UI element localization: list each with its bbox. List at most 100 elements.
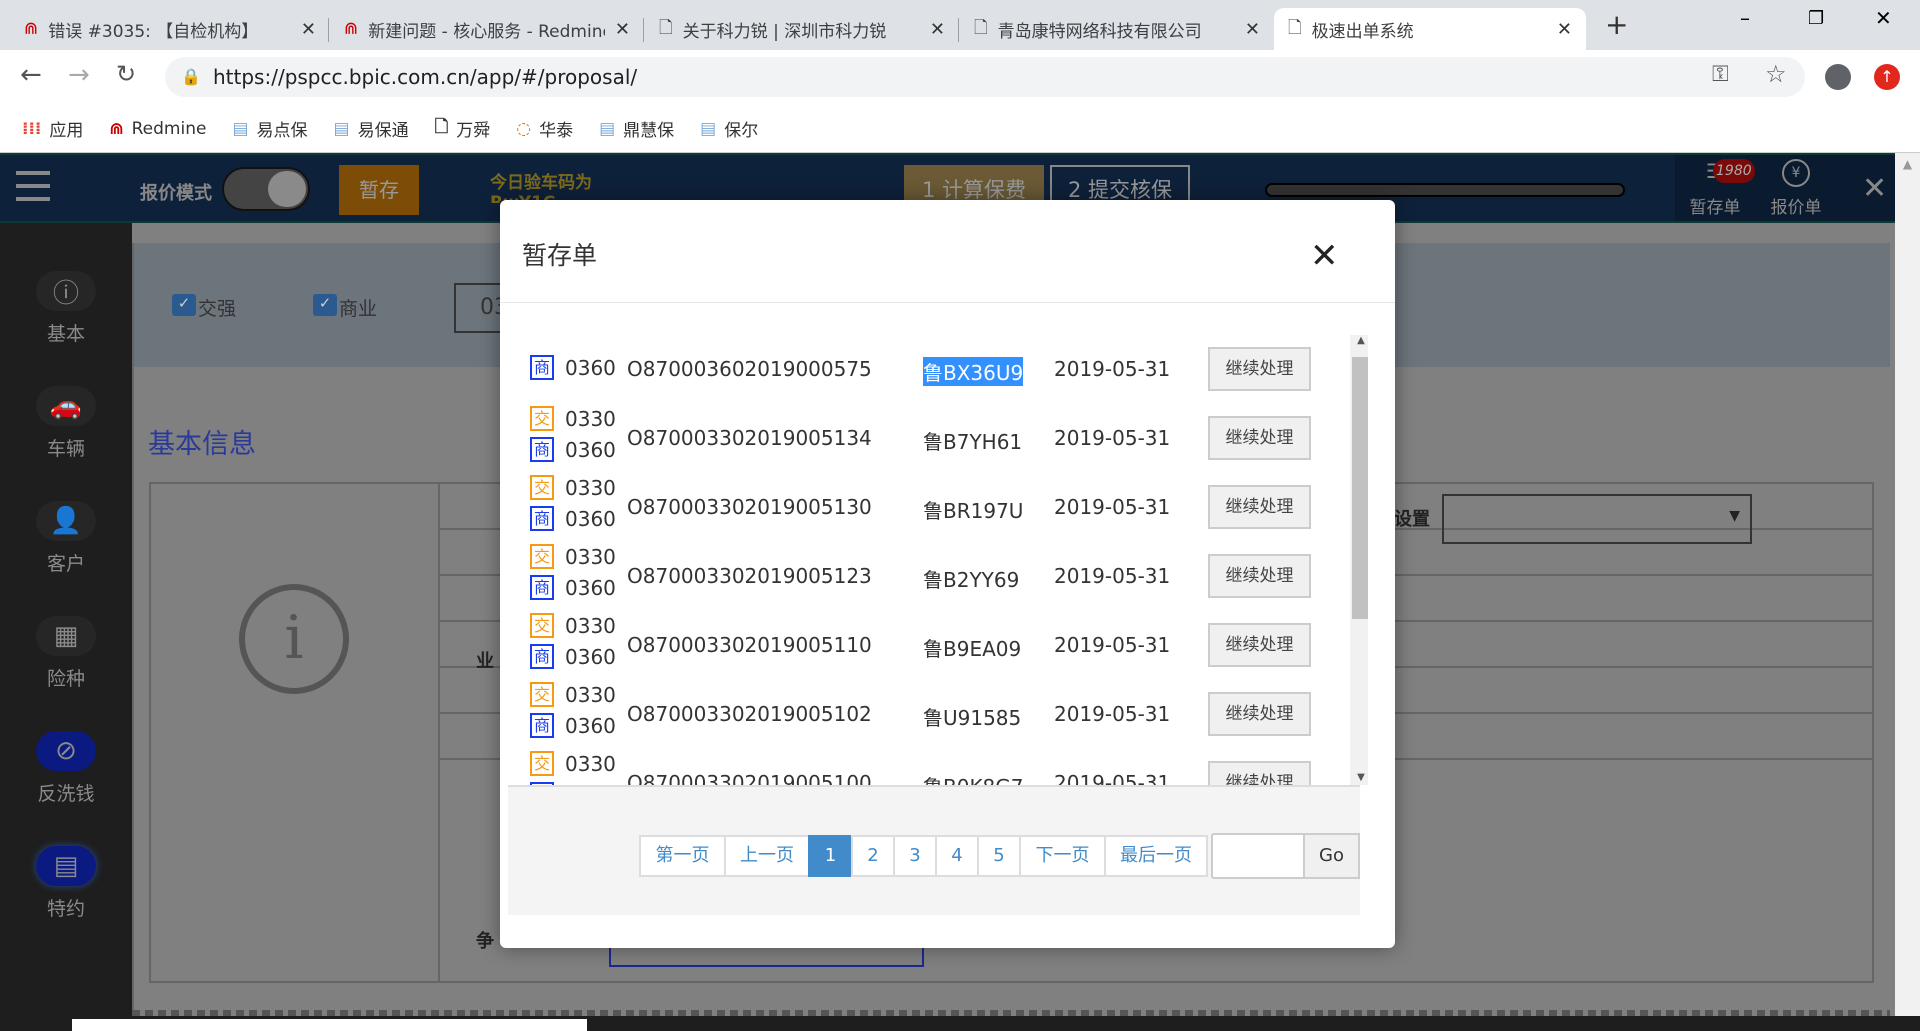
- scroll-down-icon[interactable]: ▼: [1350, 772, 1368, 783]
- draft-row: 交 0330 商 0360 O870003302019005102 鲁U91585 2019…: [508, 680, 1338, 749]
- page-scrollbar[interactable]: ▲: [1895, 153, 1920, 1016]
- next-page-button[interactable]: 下一页: [1019, 835, 1106, 877]
- checkbox-commercial[interactable]: ✓ 商业: [313, 294, 377, 321]
- continue-button[interactable]: 继续处理: [1208, 416, 1311, 460]
- bookmark-redmine[interactable]: ⋒ Redmine: [109, 119, 206, 139]
- page-icon: ▤: [232, 118, 249, 139]
- last-page-button[interactable]: 最后一页: [1104, 835, 1208, 877]
- page-1-button[interactable]: 1: [808, 835, 853, 877]
- url-input[interactable]: 🔒 https://pspcc.bpic.com.cn/app/#/proposa…: [165, 57, 1805, 97]
- continue-button[interactable]: 继续处理: [1208, 623, 1311, 667]
- close-app-icon[interactable]: ✕: [1862, 171, 1887, 206]
- no-money-icon: ⊘: [36, 731, 96, 771]
- bookmark-item[interactable]: ▤ 易点保: [232, 116, 307, 142]
- address-bar-row: ← → ↻ 🔒 https://pspcc.bpic.com.cn/app/#/p…: [0, 50, 1920, 105]
- commercial-badge: 商: [530, 506, 554, 531]
- product-code: 0360: [565, 714, 616, 738]
- page-3-button[interactable]: 3: [893, 835, 937, 877]
- business-label: 业: [476, 651, 494, 672]
- check-code-notice: 今日验车码为: [490, 173, 592, 193]
- browser-tab[interactable]: 🗋 关于科力锐 | 深圳市科力锐 ✕: [645, 8, 959, 50]
- sidebar-item-coverage[interactable]: ▦ 险种: [0, 616, 132, 691]
- drafts-count-badge: 1980: [1713, 159, 1755, 183]
- info-icon: i: [239, 584, 349, 694]
- close-tab-icon[interactable]: ✕: [930, 19, 945, 40]
- close-icon[interactable]: ✕: [1310, 236, 1339, 276]
- commercial-badge: 商: [530, 437, 554, 462]
- scroll-up-icon[interactable]: ▲: [1350, 335, 1368, 346]
- close-window-button[interactable]: ✕: [1875, 6, 1892, 30]
- continue-button[interactable]: 继续处理: [1208, 761, 1311, 785]
- browser-tab[interactable]: ⋒ 新建问题 - 核心服务 - Redmine ✕: [330, 8, 644, 50]
- product-code: 0330: [565, 752, 616, 776]
- close-tab-icon[interactable]: ✕: [1245, 19, 1260, 40]
- drafts-button[interactable]: ☰1980 暂存单: [1685, 159, 1755, 218]
- minimize-button[interactable]: –: [1740, 6, 1750, 30]
- browser-tab[interactable]: 🗋 青岛康特网络科技有限公司 ✕: [960, 8, 1274, 50]
- continue-button[interactable]: 继续处理: [1208, 692, 1311, 736]
- continue-button[interactable]: 继续处理: [1208, 347, 1311, 391]
- page-number-input[interactable]: [1211, 833, 1303, 879]
- quotes-button[interactable]: ¥ 报价单: [1766, 159, 1826, 218]
- continue-button[interactable]: 继续处理: [1208, 554, 1311, 598]
- new-tab-button[interactable]: +: [1605, 8, 1628, 41]
- draft-row: 交 0330 商 0360 O870003302019005130 鲁BR197U 2019…: [508, 473, 1338, 542]
- draft-date: 2019-05-31: [1054, 495, 1171, 519]
- first-page-button[interactable]: 第一页: [639, 835, 726, 877]
- bookmark-item[interactable]: ▤ 鼎慧保: [599, 116, 674, 142]
- sidebar-item-basic[interactable]: ⓘ 基本: [0, 271, 132, 346]
- star-icon[interactable]: ☆: [1765, 60, 1787, 88]
- close-tab-icon[interactable]: ✕: [615, 19, 630, 40]
- draft-row: 交0330商0360O870003302019005100鲁B0K8G72019…: [508, 749, 1338, 785]
- plate-number: 鲁B9EA09: [923, 637, 1022, 661]
- save-draft-button[interactable]: 暂存: [339, 165, 419, 215]
- update-icon[interactable]: ↑: [1874, 64, 1900, 90]
- draft-row: 交 0330 商 0360 O870003302019005134 鲁B7YH61 2019…: [508, 404, 1338, 473]
- key-icon[interactable]: ⚿: [1712, 62, 1729, 87]
- checkbox-compulsory[interactable]: ✓ 交强: [172, 294, 236, 321]
- prev-page-button[interactable]: 上一页: [724, 835, 810, 877]
- scrollbar-thumb[interactable]: [1352, 357, 1368, 619]
- product-code: 0360: [565, 507, 616, 531]
- yen-icon: ¥: [1782, 159, 1810, 187]
- forward-icon[interactable]: →: [68, 60, 90, 90]
- browser-tab[interactable]: ⋒ 错误 #3035: 【自检机构】 ✕: [10, 8, 330, 50]
- bookmark-item[interactable]: ▤ 易保通: [334, 116, 409, 142]
- plate-number: 鲁BX36U9: [923, 357, 1024, 386]
- drafts-list: 商 0360 O870003602019000575 鲁BX36U9 2019-05-3…: [508, 335, 1368, 785]
- back-icon[interactable]: ←: [20, 60, 42, 90]
- mode-toggle[interactable]: [222, 167, 310, 211]
- sidebar-item-special[interactable]: ▤ 特约: [0, 846, 132, 921]
- go-button[interactable]: Go: [1303, 833, 1360, 879]
- bookmark-item[interactable]: 🗋 万舜: [435, 114, 491, 143]
- profile-icon[interactable]: [1825, 64, 1851, 90]
- draft-date: 2019-05-31: [1054, 426, 1171, 450]
- page-2-button[interactable]: 2: [851, 835, 895, 877]
- menu-icon[interactable]: [16, 171, 50, 201]
- continue-button[interactable]: 继续处理: [1208, 485, 1311, 529]
- info-icon: ⓘ: [36, 271, 96, 311]
- draft-date: 2019-05-31: [1054, 357, 1171, 381]
- bookmark-apps[interactable]: ⁞⁞⁞ 应用: [22, 116, 83, 142]
- setting-label: 设置: [1394, 509, 1430, 530]
- browser-tab-active[interactable]: 🗋 极速出单系统 ✕: [1274, 8, 1586, 50]
- modal-divider: [500, 302, 1395, 303]
- draft-date: 2019-05-31: [1054, 564, 1171, 588]
- list-icon: ▤: [36, 846, 96, 886]
- close-tab-icon[interactable]: ✕: [301, 19, 316, 40]
- bookmark-item[interactable]: ◌ 华泰: [516, 116, 573, 142]
- page-5-button[interactable]: 5: [977, 835, 1021, 877]
- close-tab-icon[interactable]: ✕: [1557, 19, 1572, 40]
- page-4-button[interactable]: 4: [935, 835, 979, 877]
- restore-button[interactable]: ❐: [1808, 8, 1824, 29]
- sidebar-item-vehicle[interactable]: 🚗 车辆: [0, 386, 132, 461]
- setting-select[interactable]: ▼: [1442, 494, 1752, 544]
- commercial-badge: 商: [530, 644, 554, 669]
- sidebar-item-aml[interactable]: ⊘ 反洗钱: [0, 731, 132, 806]
- draft-row: 交 0330 商 0360 O870003302019005110 鲁B9EA09 2019…: [508, 611, 1338, 680]
- product-code: 0330: [565, 545, 616, 569]
- reload-icon[interactable]: ↻: [116, 60, 136, 88]
- sidebar-item-customer[interactable]: 👤 客户: [0, 501, 132, 576]
- bookmark-item[interactable]: ▤ 保尔: [700, 116, 758, 142]
- list-scrollbar[interactable]: ▲ ▼: [1350, 335, 1368, 785]
